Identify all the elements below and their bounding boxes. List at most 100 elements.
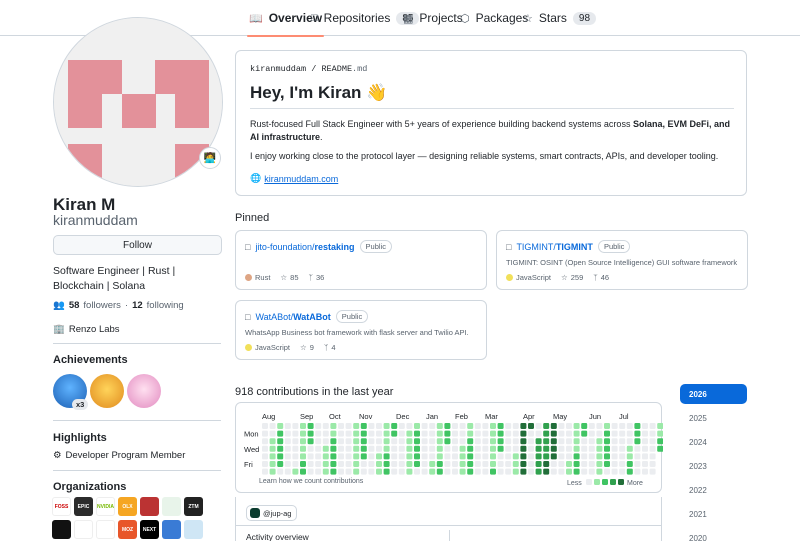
status-badge[interactable]: 🧑‍💻 — [199, 147, 221, 169]
contribution-cell — [467, 453, 474, 460]
follow-button[interactable]: Follow — [53, 235, 222, 255]
contribution-cell — [573, 430, 580, 437]
pinned-repo-card: □ TIGMINT/TIGMINT Public TIGMINT: OSINT … — [496, 230, 748, 290]
year-button-2025[interactable]: 2025 — [680, 408, 747, 428]
achievement-badge-starstruck[interactable] — [90, 374, 124, 408]
year-button-2026[interactable]: 2026 — [680, 384, 747, 404]
pinned-repo-card: □ WatABot/WatABot Public WhatsApp Busine… — [235, 300, 487, 360]
month-label: Sep — [300, 412, 313, 421]
contribution-calendar: Aug Sep Oct Nov Dec Jan Feb Mar Apr May Jun Jul Mon W… — [235, 402, 663, 493]
contribution-cell — [482, 438, 489, 445]
contribution-cell — [482, 461, 489, 467]
org-logo-epic[interactable]: EPIC — [74, 497, 93, 516]
repo-forks[interactable]: ᛉ4 — [324, 343, 336, 352]
achievements-title[interactable]: Achievements — [53, 354, 128, 366]
contribution-cell — [391, 461, 398, 467]
tab-projects[interactable]: ▦ Projects — [403, 0, 463, 36]
website-link[interactable]: kiranmuddam.com — [264, 174, 338, 184]
repo-link[interactable]: TIGMINT/TIGMINT — [516, 242, 593, 252]
year-button-2022[interactable]: 2022 — [680, 480, 747, 500]
contribution-cell — [383, 461, 390, 467]
contribution-cell — [360, 438, 367, 445]
contribution-cell — [300, 430, 306, 437]
contribution-cell — [619, 430, 626, 437]
avatar[interactable] — [53, 17, 223, 187]
repo-link[interactable]: WatABot/WatABot — [255, 312, 330, 322]
org-logo[interactable] — [96, 520, 115, 539]
achievement-badge-yolo[interactable] — [127, 374, 161, 408]
contribution-cell — [611, 445, 618, 452]
year-button-2023[interactable]: 2023 — [680, 456, 747, 476]
contribution-cell — [315, 423, 322, 429]
followers-label[interactable]: followers — [83, 300, 121, 311]
followers-count[interactable]: 58 — [69, 300, 80, 311]
org-logo[interactable] — [140, 497, 159, 516]
contribution-cell — [505, 423, 512, 429]
contribution-cell — [353, 438, 360, 445]
org-logo-ztm[interactable]: ZTM — [184, 497, 203, 516]
readme-paragraph: Rust-focused Full Stack Engineer with 5+… — [250, 118, 730, 144]
contribution-cell — [497, 453, 504, 460]
achievement-multiplier: x3 — [72, 399, 89, 410]
readme-file[interactable]: README — [321, 64, 352, 74]
divider — [449, 530, 450, 541]
repo-forks[interactable]: ᛉ 36 — [309, 273, 325, 282]
org-logo[interactable] — [162, 520, 181, 539]
contribution-cell — [573, 438, 580, 445]
contribution-cell — [300, 453, 306, 460]
contribution-cell — [330, 423, 337, 429]
repo-stars[interactable]: ☆ 259 — [561, 273, 583, 282]
contribution-cell — [444, 430, 451, 437]
contribution-cell — [619, 453, 626, 460]
contribution-cell — [642, 423, 648, 429]
org-logo-nvidia[interactable]: NVIDIA — [96, 497, 115, 516]
contribution-cell — [353, 445, 360, 452]
repo-icon: □ — [311, 12, 318, 24]
year-button-2024[interactable]: 2024 — [680, 432, 747, 452]
learn-contributions-link[interactable]: Learn how we count contributions — [259, 478, 363, 485]
tab-packages[interactable]: ⬡ Packages — [460, 0, 528, 36]
following-count[interactable]: 12 — [132, 300, 143, 311]
org-logo[interactable] — [162, 497, 181, 516]
org-logo[interactable] — [52, 520, 71, 539]
day-label: Wed — [244, 445, 259, 454]
org-logo-olx[interactable]: OLX — [118, 497, 137, 516]
contribution-cell — [581, 438, 588, 445]
repo-link[interactable]: jito-foundation/restaking — [255, 242, 354, 252]
repo-forks[interactable]: ᛉ 46 — [593, 273, 609, 282]
contribution-cell — [284, 423, 291, 429]
year-button-2021[interactable]: 2021 — [680, 504, 747, 524]
org-logo[interactable] — [184, 520, 203, 539]
contribution-cell — [383, 468, 390, 475]
tab-stars[interactable]: ☆ Stars 98 — [523, 0, 597, 36]
contribution-cell — [284, 430, 291, 437]
contribution-cell — [368, 461, 375, 467]
divider — [53, 470, 221, 471]
contribution-cell — [588, 423, 595, 429]
readme-owner[interactable]: kiranmuddam — [250, 64, 306, 74]
year-button-2020[interactable]: 2020 — [680, 528, 747, 541]
contribution-cell — [414, 468, 420, 475]
repo-stars[interactable]: ☆ 9 — [300, 343, 314, 352]
contribution-cell — [345, 461, 352, 467]
repo-stars[interactable]: ☆ 85 — [280, 273, 298, 282]
contribution-cell — [596, 453, 603, 460]
following-label[interactable]: following — [147, 300, 184, 311]
contribution-cell — [277, 461, 284, 467]
org-logo-next[interactable]: NEXT — [140, 520, 159, 539]
org-logo-moz[interactable]: MOZ — [118, 520, 137, 539]
contribution-cell — [376, 468, 382, 475]
contribution-cell — [300, 468, 306, 475]
contribution-cell — [505, 461, 512, 467]
org-logo-foss[interactable]: FOSS — [52, 497, 71, 516]
org-filter-chip[interactable]: @jup-ag — [246, 505, 298, 521]
contribution-cell — [429, 468, 436, 475]
contribution-cell — [360, 430, 367, 437]
contribution-cell — [292, 453, 299, 460]
contribution-cell — [368, 438, 375, 445]
contribution-cell — [482, 445, 489, 452]
contribution-cell — [383, 445, 390, 452]
org-logo[interactable] — [74, 520, 93, 539]
contribution-cell — [429, 453, 436, 460]
contribution-cell — [566, 453, 572, 460]
